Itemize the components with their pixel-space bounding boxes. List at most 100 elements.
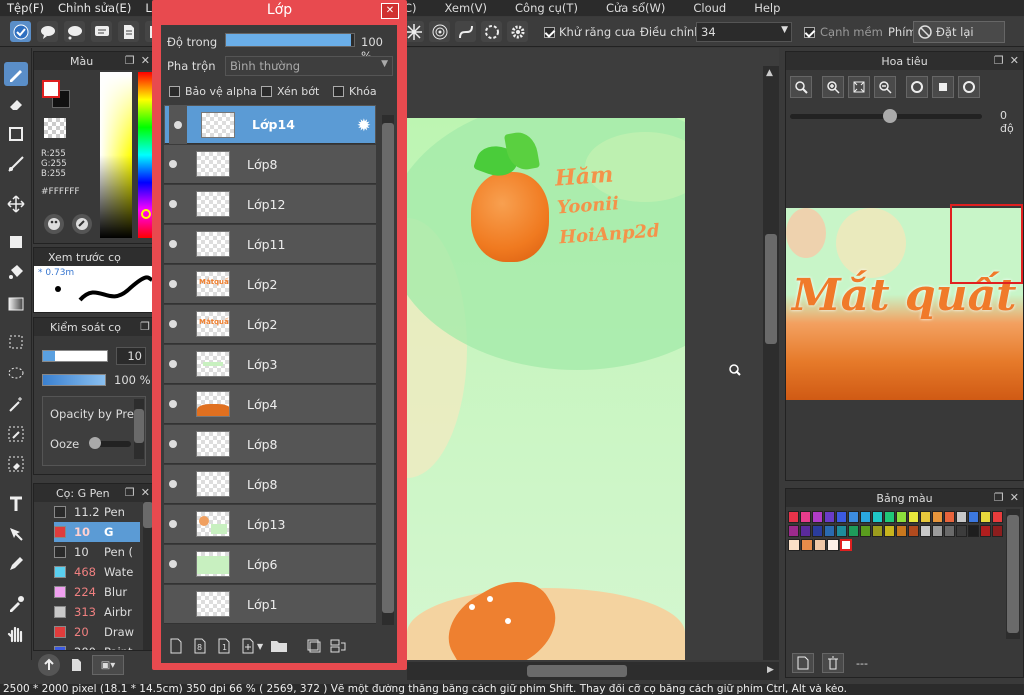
color-swatch[interactable] [848, 511, 859, 523]
canvas-horizontal-scrollbar[interactable]: ▶ [407, 662, 779, 680]
artboard[interactable]: Hăm Yoonii HoiAnp2d [407, 118, 685, 660]
pencil-tool-icon[interactable] [4, 552, 28, 576]
layer-row[interactable]: Lớp4 [164, 385, 376, 424]
color-swatch[interactable] [788, 511, 799, 523]
menu-window[interactable]: Cửa sổ(W) [592, 1, 679, 15]
brush-size-slider[interactable] [42, 350, 108, 362]
brush-menu-button[interactable]: ▣▾ [92, 655, 124, 675]
visibility-eye-icon[interactable] [164, 320, 182, 328]
color-swatch[interactable] [956, 525, 967, 537]
color-swatch[interactable] [992, 511, 1003, 523]
bucket-tool-icon[interactable] [4, 260, 28, 284]
layer-row[interactable]: Lớp8 [164, 425, 376, 464]
menu-cloud[interactable]: Cloud [679, 1, 740, 15]
color-swatch[interactable] [980, 525, 991, 537]
color-swatch[interactable] [860, 511, 871, 523]
color-swatch[interactable] [812, 525, 823, 537]
foreground-color-swatch[interactable] [42, 80, 60, 98]
new-vector-layer-icon[interactable]: 8 [191, 637, 209, 655]
color-swatch[interactable] [872, 511, 883, 523]
hue-handle[interactable] [141, 209, 151, 219]
zoom-plus-icon[interactable] [822, 76, 844, 98]
color-swatch[interactable] [896, 525, 907, 537]
color-swatch[interactable] [788, 525, 799, 537]
popout-icon[interactable]: ❐ [994, 491, 1004, 504]
visibility-eye-icon[interactable] [164, 240, 182, 248]
magic-wand-icon[interactable] [4, 392, 28, 416]
canvas-vertical-scrollbar[interactable]: ▲ [763, 66, 779, 660]
clip-option[interactable]: Xén bớt [261, 85, 319, 98]
antialias-checkbox[interactable] [544, 26, 555, 38]
color-swatch[interactable] [836, 511, 847, 523]
zoom-in-icon[interactable] [790, 76, 812, 98]
color-swatch[interactable] [908, 511, 919, 523]
brush-list-item[interactable]: 10 G [54, 522, 140, 542]
color-swatch[interactable] [992, 525, 1003, 537]
visibility-eye-icon[interactable] [164, 520, 182, 528]
popout-icon[interactable]: ❐ [140, 320, 150, 333]
fullscreen-icon[interactable] [932, 76, 954, 98]
protect-alpha-option[interactable]: Bảo vệ alpha [169, 85, 257, 98]
brush-list-item[interactable]: 313 Airbr [54, 602, 140, 622]
navigator-view-frame[interactable] [950, 204, 1023, 284]
brush-list-item[interactable]: 224 Blur [54, 582, 140, 602]
visibility-eye-icon[interactable] [164, 440, 182, 448]
layer-opacity-slider[interactable] [225, 33, 355, 47]
navigator-preview[interactable]: Mắt quất [786, 204, 1023, 400]
color-swatch[interactable] [860, 525, 871, 537]
layer-settings-gear-icon[interactable]: ✹ [357, 116, 371, 136]
rotation-slider[interactable] [790, 109, 982, 123]
menu-help[interactable]: Help [740, 1, 794, 15]
color-swatch[interactable] [944, 511, 955, 523]
menu-file[interactable]: Tệp(F) [0, 0, 51, 16]
color-swatch[interactable] [824, 511, 835, 523]
fill-rect-tool-icon[interactable] [4, 230, 28, 254]
lock-option[interactable]: Khóa [333, 85, 377, 98]
menu-edit[interactable]: Chỉnh sửa(E) [51, 0, 138, 16]
layer-row[interactable]: Lớp3 [164, 345, 376, 384]
text-tool-icon[interactable] [4, 492, 28, 516]
color-swatch[interactable] [956, 511, 967, 523]
color-swatch[interactable] [896, 511, 907, 523]
rotate-right-icon[interactable] [958, 76, 980, 98]
color-swatch[interactable] [848, 525, 859, 537]
color-swatch[interactable] [824, 525, 835, 537]
speech-icon[interactable] [37, 21, 58, 42]
popout-icon[interactable]: ❐ [125, 54, 135, 67]
gradient-tool-icon[interactable] [4, 292, 28, 316]
close-icon[interactable]: ✕ [141, 54, 150, 67]
color-swatch[interactable] [800, 525, 811, 537]
close-icon[interactable]: ✕ [141, 486, 150, 499]
popout-icon[interactable]: ❐ [994, 54, 1004, 67]
folder-icon[interactable] [269, 637, 289, 655]
layer-row[interactable]: Lớp13 [164, 505, 376, 544]
fit-icon[interactable] [848, 76, 870, 98]
antialias-option[interactable]: Khử răng cưa [544, 25, 635, 39]
gear-icon[interactable] [507, 21, 528, 42]
soft-edge-checkbox[interactable] [804, 26, 815, 38]
color-swatch[interactable] [884, 525, 895, 537]
close-icon[interactable]: ✕ [381, 3, 399, 19]
menu-tools[interactable]: Công cụ(T) [501, 1, 592, 15]
copy-layer-icon[interactable] [305, 637, 323, 655]
eyedropper-icon[interactable] [4, 592, 28, 616]
color-swatch[interactable] [836, 525, 847, 537]
layer-row[interactable]: Lớp11 [164, 225, 376, 264]
layer-row[interactable]: Lớp8 [164, 145, 376, 184]
brush-list-item[interactable]: 10 Pen ( [54, 542, 140, 562]
layer-row[interactable]: Lớp6 [164, 545, 376, 584]
hand-tool-icon[interactable] [4, 622, 28, 646]
color-swatch[interactable] [801, 539, 813, 551]
transparent-color-swatch[interactable] [44, 118, 66, 138]
zoom-out-icon[interactable] [874, 76, 896, 98]
new-swatch-icon[interactable] [792, 653, 814, 673]
menu-select[interactable]: C) [404, 1, 431, 15]
brush-size-value[interactable]: 10 [116, 347, 146, 365]
add-layer-menu-icon[interactable]: ▼ [239, 637, 263, 655]
layer-row[interactable]: Mắtquất Lớp2 [164, 265, 376, 304]
rectangle-tool-icon[interactable] [4, 122, 28, 146]
brush-add-icon[interactable] [38, 654, 60, 676]
soft-edge-option[interactable]: Cạnh mềm [804, 25, 883, 39]
move-tool-icon[interactable] [4, 192, 28, 216]
visibility-eye-icon[interactable] [164, 400, 182, 408]
